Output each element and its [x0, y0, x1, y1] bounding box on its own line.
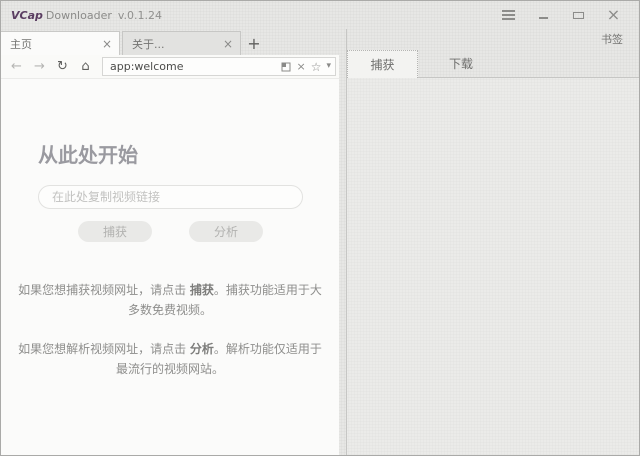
browser-pane: 主页 × 关于... × + ← → ↻ ⌂	[1, 29, 339, 455]
window-controls: ×	[491, 4, 631, 26]
refresh-button[interactable]: ↻	[51, 57, 74, 77]
page-title: 从此处开始	[38, 139, 339, 168]
action-buttons: 捕获 分析	[38, 221, 303, 242]
panel-tab-download-label: 下载	[449, 55, 473, 72]
app-brand: VCap	[11, 9, 43, 22]
maximize-button[interactable]	[561, 4, 596, 26]
tab-home-label: 主页	[10, 36, 32, 52]
clear-address-icon[interactable]: ×	[296, 61, 305, 72]
maximize-icon	[573, 12, 584, 19]
back-button[interactable]: ←	[5, 57, 28, 77]
app-name: Downloader	[46, 9, 112, 22]
forward-icon: →	[34, 59, 45, 74]
panel-tab-capture[interactable]: 捕获	[347, 50, 418, 78]
home-button[interactable]: ⌂	[74, 57, 97, 77]
page-viewport: 从此处开始 捕获 分析 如果您想捕获视频网址，请点击 捕获。捕获功能适用于大多数…	[1, 79, 339, 455]
panel-tab-bar: 捕获 下载	[347, 49, 639, 78]
tab-home[interactable]: 主页 ×	[1, 31, 120, 55]
help-capture-keyword: 捕获	[190, 283, 214, 297]
tab-about-close-icon[interactable]: ×	[223, 38, 233, 50]
save-page-icon[interactable]	[281, 62, 291, 72]
help-capture-before: 如果您想捕获视频网址，请点击	[18, 283, 190, 297]
bookmarks-button[interactable]: 书签	[601, 31, 623, 47]
pane-splitter[interactable]	[339, 29, 347, 455]
tab-home-close-icon[interactable]: ×	[102, 38, 112, 50]
browser-tab-bar: 主页 × 关于... × +	[1, 29, 339, 55]
capture-button[interactable]: 捕获	[78, 221, 152, 242]
back-icon: ←	[11, 59, 22, 74]
app-title: VCapDownloader v.0.1.24	[11, 9, 162, 22]
minimize-button[interactable]	[526, 4, 561, 26]
capture-list-panel	[347, 78, 639, 455]
menu-button[interactable]	[491, 4, 526, 26]
address-dropdown-icon[interactable]: ▾	[326, 62, 331, 71]
side-panel: 书签 捕获 下载	[347, 29, 639, 455]
forward-button[interactable]: →	[28, 57, 51, 77]
bookmark-star-icon[interactable]: ☆	[311, 61, 322, 73]
help-analyze-before: 如果您想解析视频网址，请点击	[18, 342, 190, 356]
minimize-icon	[539, 17, 548, 19]
app-version: v.0.1.24	[118, 9, 162, 22]
bookmarks-row: 书签	[347, 29, 639, 49]
refresh-icon: ↻	[57, 59, 68, 74]
app-window: VCapDownloader v.0.1.24 × 主页 × 关于... × +	[0, 0, 640, 456]
panel-tab-capture-label: 捕获	[370, 56, 394, 73]
close-icon: ×	[607, 7, 620, 23]
title-bar: VCapDownloader v.0.1.24 ×	[1, 1, 639, 29]
new-tab-button[interactable]: +	[241, 31, 267, 55]
main-area: 主页 × 关于... × + ← → ↻ ⌂	[1, 29, 639, 455]
plus-icon: +	[247, 34, 260, 53]
tab-about[interactable]: 关于... ×	[122, 31, 241, 55]
address-input[interactable]	[110, 59, 276, 74]
analyze-button[interactable]: 分析	[189, 221, 263, 242]
tab-about-label: 关于...	[132, 36, 165, 52]
help-paragraph-capture: 如果您想捕获视频网址，请点击 捕获。捕获功能适用于大多数免费视频。	[14, 280, 326, 320]
help-analyze-keyword: 分析	[190, 342, 214, 356]
panel-tab-download[interactable]: 下载	[426, 49, 496, 77]
home-icon: ⌂	[81, 59, 89, 74]
video-link-input[interactable]	[38, 185, 303, 209]
close-button[interactable]: ×	[596, 4, 631, 26]
hamburger-icon	[502, 14, 515, 16]
help-text: 如果您想捕获视频网址，请点击 捕获。捕获功能适用于大多数免费视频。 如果您想解析…	[1, 280, 339, 379]
address-bar[interactable]: × ☆ ▾	[102, 57, 336, 76]
welcome-content: 从此处开始 捕获 分析 如果您想捕获视频网址，请点击 捕获。捕获功能适用于大多数…	[1, 79, 339, 379]
navigation-bar: ← → ↻ ⌂ × ☆ ▾	[1, 55, 339, 79]
help-paragraph-analyze: 如果您想解析视频网址，请点击 分析。解析功能仅适用于最流行的视频网站。	[14, 339, 326, 379]
